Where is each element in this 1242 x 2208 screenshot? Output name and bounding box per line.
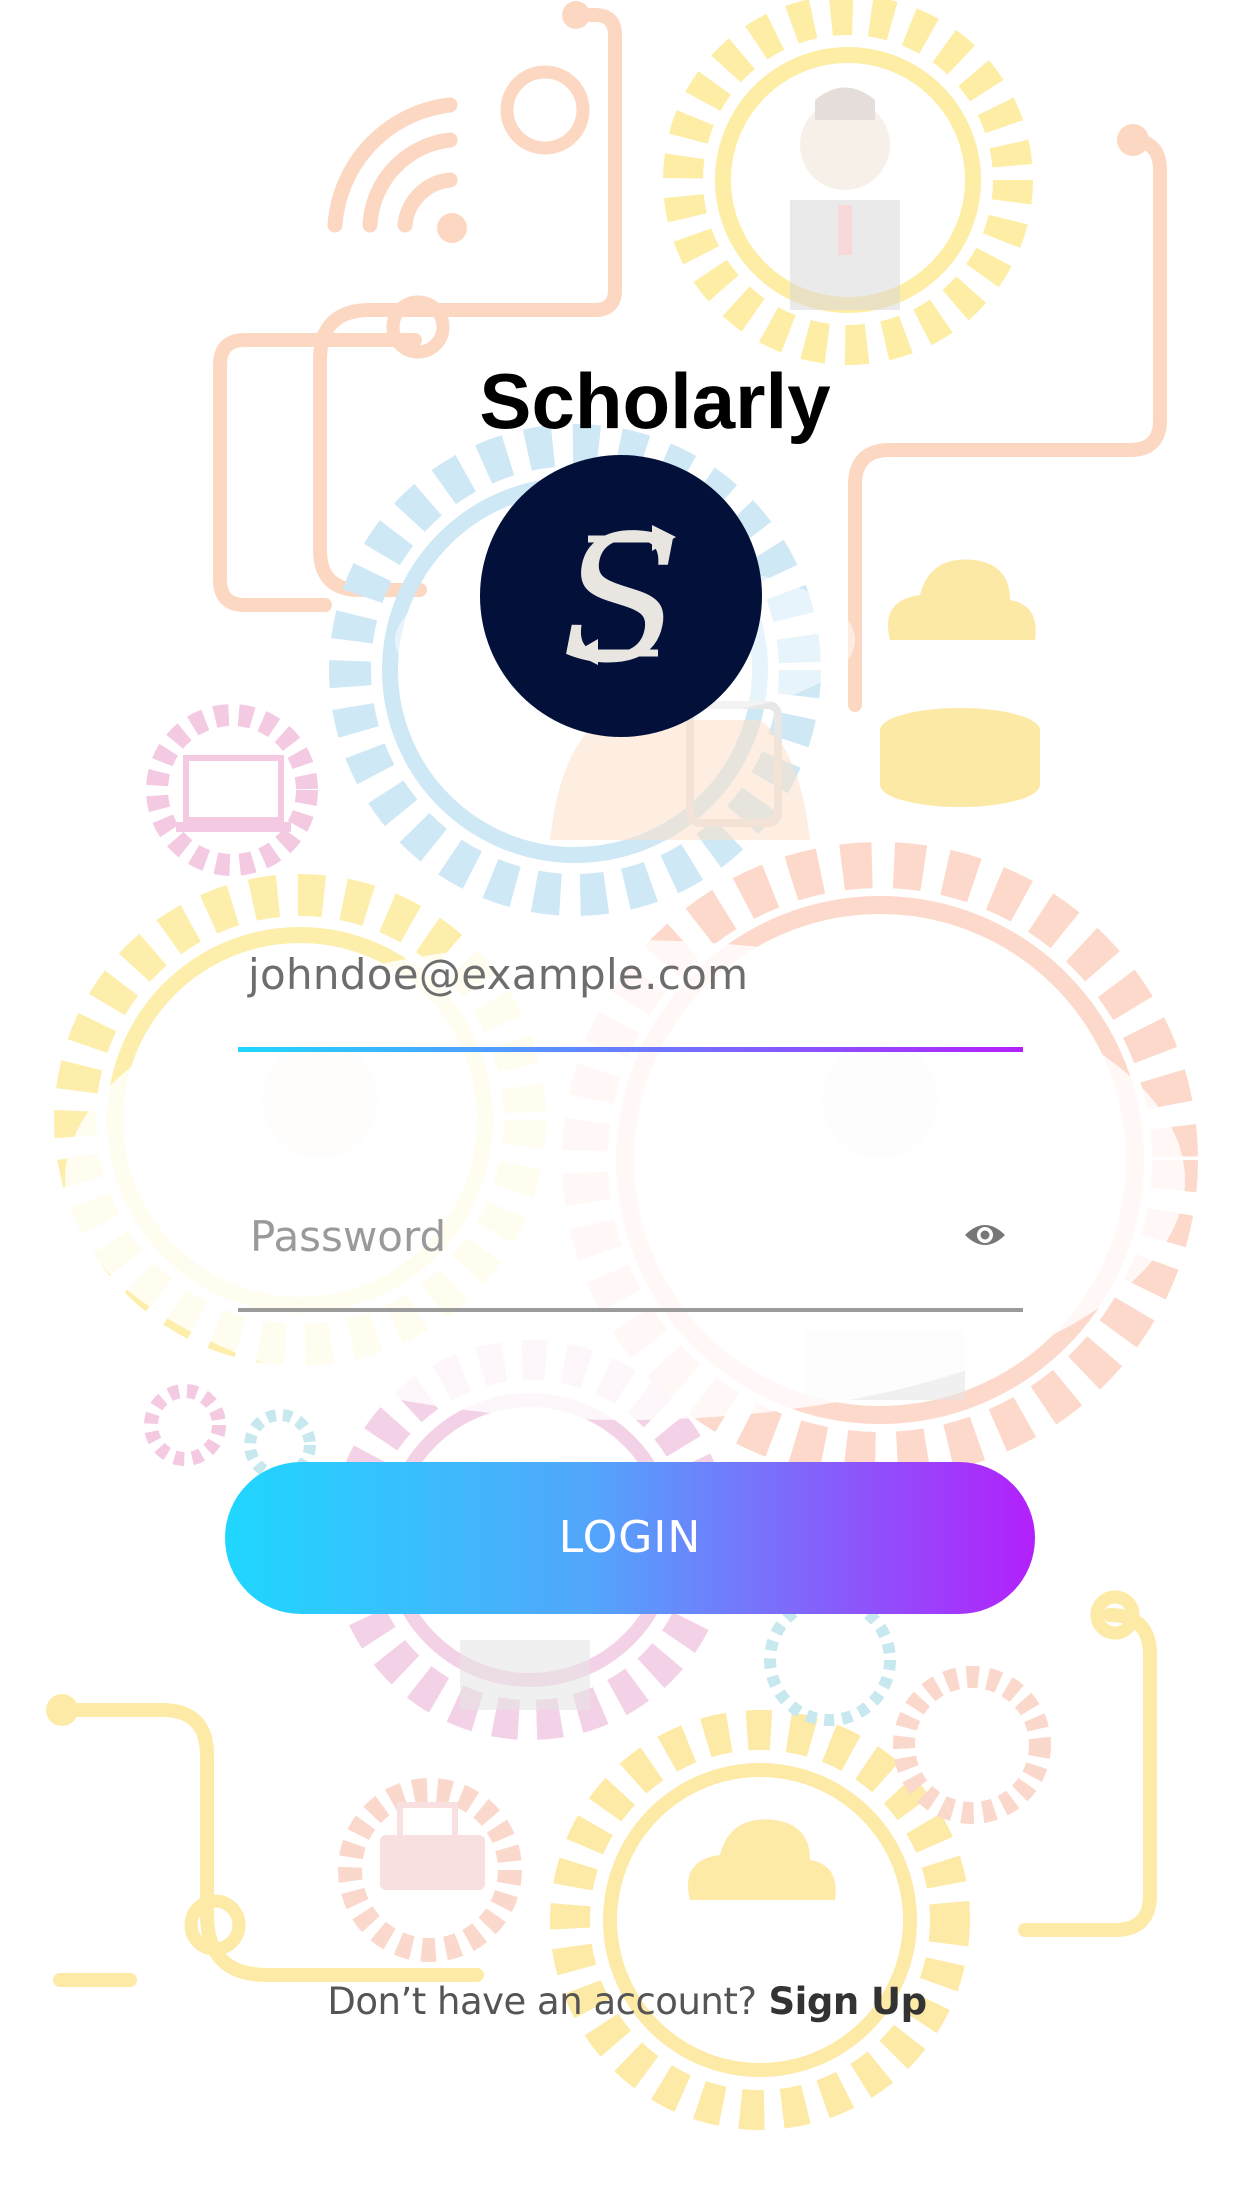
eye-icon[interactable]: [962, 1215, 1008, 1255]
logo-letter: S: [561, 499, 681, 702]
signup-link[interactable]: Sign Up: [769, 1980, 928, 2023]
app-logo: S: [480, 455, 762, 737]
logo-icon: S: [480, 455, 762, 737]
password-field[interactable]: [238, 1180, 1023, 1312]
signup-prompt: Don’t have an account? Sign Up: [0, 1980, 1242, 2023]
background-illustration: [46, 0, 1198, 2130]
email-field[interactable]: johndoe@example.com: [238, 920, 1023, 1052]
email-field-underline: [238, 1047, 1023, 1052]
email-input-value[interactable]: johndoe@example.com: [248, 950, 748, 999]
login-button[interactable]: LOGIN: [225, 1462, 1035, 1614]
signup-prompt-text: Don’t have an account?: [327, 1980, 757, 2023]
password-field-underline: [238, 1308, 1023, 1312]
app-title: Scholarly: [479, 357, 831, 445]
password-input[interactable]: [248, 1200, 932, 1272]
